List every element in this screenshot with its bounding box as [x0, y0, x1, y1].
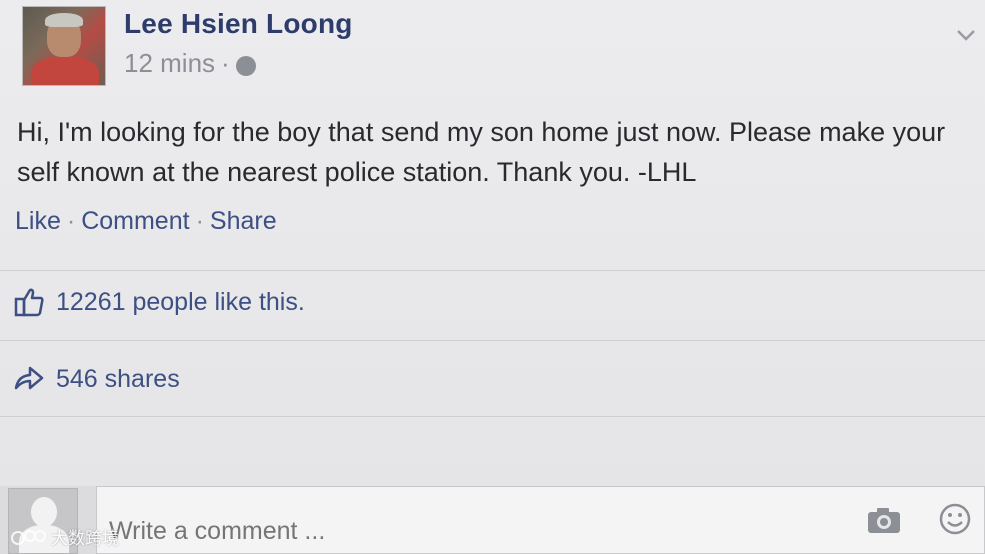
watermark-logo-icon	[11, 529, 46, 545]
chevron-down-icon[interactable]	[955, 24, 977, 46]
likes-count[interactable]: 12261 people like this.	[56, 288, 305, 317]
meta-separator: ·	[221, 48, 230, 78]
shares-row[interactable]: 546 shares	[12, 362, 180, 396]
share-arrow-icon	[14, 366, 44, 390]
post-timestamp[interactable]: 12 mins	[124, 48, 215, 79]
post-text: Hi, I'm looking for the boy that send my…	[17, 117, 946, 187]
globe-icon	[235, 55, 256, 76]
likes-row[interactable]: 12261 people like this.	[12, 285, 305, 319]
post-meta: 12 mins ·	[124, 48, 256, 79]
divider	[0, 416, 985, 417]
divider	[0, 270, 985, 271]
camera-icon[interactable]	[866, 505, 902, 535]
action-separator: ·	[195, 207, 204, 235]
smiley-icon[interactable]	[938, 502, 972, 536]
like-link[interactable]: Like	[15, 207, 61, 236]
share-link[interactable]: Share	[210, 207, 277, 236]
comment-link[interactable]: Comment	[81, 207, 189, 236]
shares-count[interactable]: 546 shares	[56, 365, 180, 394]
author-avatar[interactable]	[22, 6, 106, 86]
thumbs-up-icon	[14, 288, 44, 317]
comment-input[interactable]	[96, 486, 985, 554]
watermark: 大数跨境	[10, 524, 119, 549]
facebook-post: Lee Hsien Loong 12 mins · Hi, I'm lookin…	[0, 0, 985, 554]
post-actions: Like · Comment · Share	[15, 207, 277, 236]
divider	[0, 340, 985, 341]
watermark-text: 大数跨境	[51, 529, 119, 548]
author-name[interactable]: Lee Hsien Loong	[124, 8, 353, 40]
action-separator: ·	[66, 207, 76, 235]
